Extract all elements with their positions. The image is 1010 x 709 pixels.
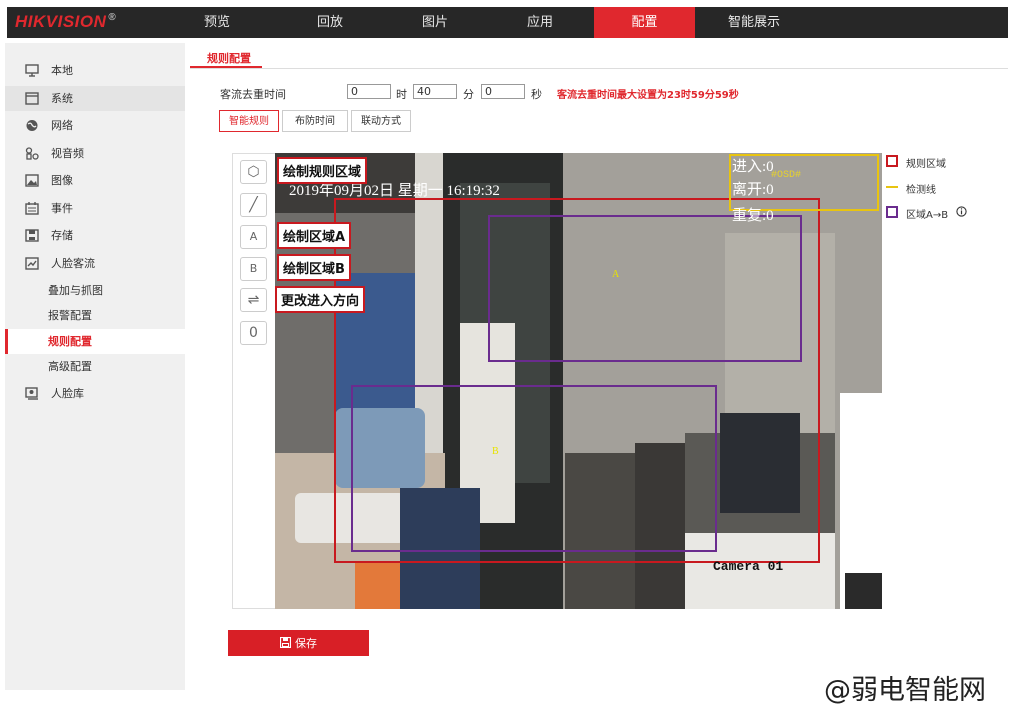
region-b-label: B (492, 446, 499, 457)
sidebar-item-alarm-config[interactable]: 报警配置 (5, 303, 185, 328)
hours-unit: 时 (396, 88, 407, 101)
nav-tab-picture[interactable]: 图片 (400, 7, 470, 38)
region-a-icon: A (249, 230, 258, 243)
callout-draw-region-a: 绘制区域A (277, 222, 352, 249)
storage-icon (25, 229, 39, 242)
sidebar-item-rule-config[interactable]: 规则配置 (5, 329, 185, 354)
region-b-icon: B (249, 262, 258, 275)
draw-line-button[interactable]: ╱ (240, 193, 267, 217)
save-icon (279, 636, 292, 649)
legend-swatch-purple (886, 206, 898, 218)
reset-icon: 0 (249, 325, 258, 341)
save-button[interactable]: 保存 (228, 630, 369, 656)
sidebar-item-local[interactable]: 本地 (5, 58, 185, 83)
sidebar-item-label: 规则配置 (48, 335, 92, 348)
sidebar-item-face-database[interactable]: 人脸库 (5, 381, 185, 406)
sidebar-item-label: 人脸库 (51, 387, 84, 400)
sidebar-item-label: 叠加与抓图 (48, 284, 103, 297)
change-direction-button[interactable]: ⇌ (240, 288, 267, 312)
calendar-icon (25, 202, 39, 215)
sidebar-item-advanced-config[interactable]: 高级配置 (5, 354, 185, 379)
sidebar-item-label: 存储 (51, 229, 73, 242)
repeat-count: 重复:0 (732, 208, 774, 224)
legend-label: 区域A→B (906, 210, 949, 221)
clear-button[interactable]: 0 (240, 321, 267, 345)
draw-region-b-button[interactable]: B (240, 257, 267, 281)
dedup-hint: 客流去重时间最大设置为23时59分59秒 (557, 90, 739, 101)
sidebar-item-label: 网络 (51, 119, 73, 132)
legend-label: 检测线 (906, 185, 936, 196)
system-icon (25, 92, 39, 105)
seconds-unit: 秒 (531, 88, 542, 101)
watermark: @弱电智能网 (824, 675, 986, 706)
sidebar-item-label: 报警配置 (48, 309, 92, 322)
callout-change-direction: 更改进入方向 (275, 286, 366, 313)
sidebar-item-label: 高级配置 (48, 360, 92, 373)
tab-arming-schedule[interactable]: 布防时间 (282, 110, 348, 132)
polygon-icon: ⬡ (247, 164, 260, 180)
minutes-unit: 分 (463, 88, 474, 101)
sidebar-item-image[interactable]: 图像 (5, 168, 185, 193)
sidebar-item-system[interactable]: 系统 (5, 86, 185, 111)
hours-input[interactable] (347, 84, 391, 99)
leave-count: 离开:0 (732, 182, 774, 198)
swap-direction-icon: ⇌ (247, 292, 260, 308)
dedup-time-label: 客流去重时间 (220, 88, 286, 101)
monitor-icon (25, 64, 39, 77)
face-db-icon (25, 387, 38, 400)
info-icon[interactable] (956, 206, 967, 217)
sidebar-item-label: 人脸客流 (51, 257, 95, 270)
nav-tab-smart-display[interactable]: 智能展示 (714, 7, 794, 38)
draw-region-a-button[interactable]: A (240, 225, 267, 249)
nav-tab-configuration[interactable]: 配置 (594, 7, 695, 38)
video-scene (275, 153, 882, 609)
sidebar-item-network[interactable]: 网络 (5, 113, 185, 138)
sidebar: 本地 系统 网络 视音频 图像 事件 存储 人脸客流 叠加与抓图 报警配置 规则… (5, 43, 185, 690)
tab-smart-rule[interactable]: 智能规则 (219, 110, 279, 132)
globe-icon (26, 120, 38, 131)
sidebar-item-label: 图像 (51, 174, 73, 187)
sidebar-item-video-audio[interactable]: 视音频 (5, 141, 185, 166)
title-divider (190, 68, 1008, 69)
sidebar-item-overlay-capture[interactable]: 叠加与抓图 (5, 278, 185, 303)
sidebar-item-label: 本地 (51, 64, 73, 77)
region-a-label: A (612, 269, 620, 280)
av-icon (25, 147, 39, 160)
enter-count: 进入:0 (732, 159, 774, 175)
sidebar-item-label: 事件 (51, 202, 73, 215)
video-preview[interactable]: 2019年09月02日 星期一 16:19:32 进入:0 离开:0 重复:0 … (275, 153, 882, 609)
minutes-input[interactable] (413, 84, 457, 99)
line-icon: ╱ (249, 197, 258, 213)
page-title: 规则配置 (207, 52, 251, 65)
nav-tab-application[interactable]: 应用 (505, 7, 575, 38)
seconds-input[interactable] (481, 84, 525, 99)
tab-linkage[interactable]: 联动方式 (351, 110, 411, 132)
legend-label: 规则区域 (906, 159, 946, 170)
sidebar-item-storage[interactable]: 存储 (5, 223, 185, 248)
legend-swatch-yellow (886, 186, 898, 188)
drawing-toolbar (232, 153, 276, 609)
hikvision-logo: HIKVISION ® (15, 12, 117, 31)
title-underline (190, 66, 262, 68)
callout-draw-rule-region: 绘制规则区域 (277, 157, 368, 184)
draw-rule-region-button[interactable]: ⬡ (240, 160, 267, 184)
sidebar-item-face-flow[interactable]: 人脸客流 (5, 251, 185, 276)
top-nav-bar: HIKVISION ® 预览 回放 图片 应用 配置 智能展示 (7, 7, 1008, 38)
sidebar-item-label: 视音频 (51, 147, 84, 160)
osd-label: #OSD# (771, 170, 802, 181)
save-label: 保存 (295, 638, 317, 650)
face-flow-icon (25, 257, 39, 270)
callout-draw-region-b: 绘制区域B (277, 254, 351, 281)
nav-tab-preview[interactable]: 预览 (182, 7, 252, 38)
image-icon (25, 174, 39, 187)
camera-label: Camera 01 (713, 559, 784, 574)
legend-swatch-red (886, 155, 898, 167)
sidebar-item-label: 系统 (51, 92, 73, 105)
sidebar-item-event[interactable]: 事件 (5, 196, 185, 221)
nav-tab-playback[interactable]: 回放 (295, 7, 365, 38)
